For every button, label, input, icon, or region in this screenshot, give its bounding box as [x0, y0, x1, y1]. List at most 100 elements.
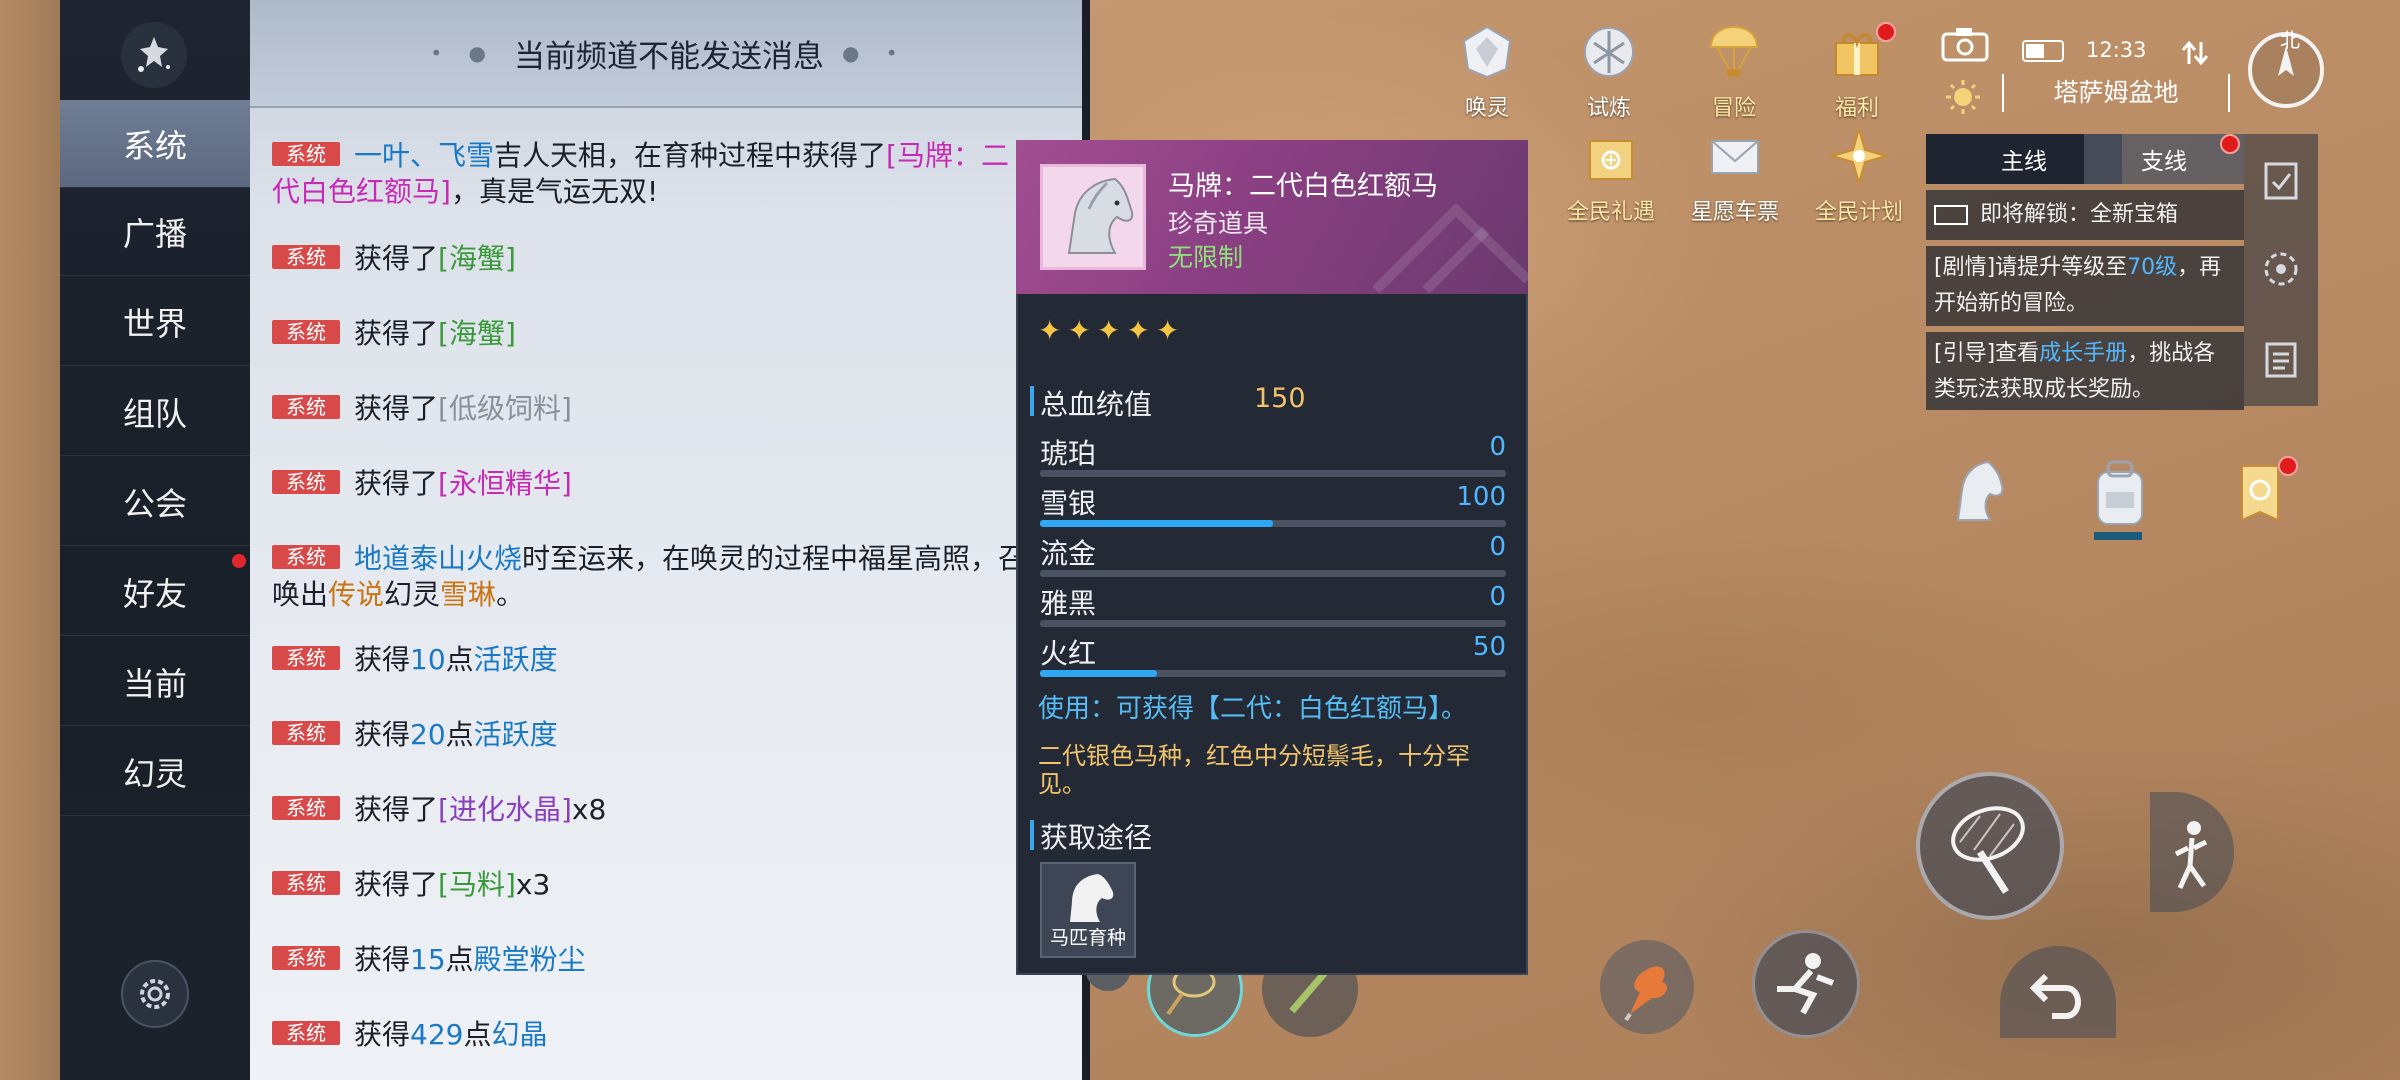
quest-text: [剧情]请提升等级至	[1934, 255, 2128, 280]
quest-highlight: 70级	[2127, 255, 2178, 280]
stat-bar-track	[1040, 470, 1506, 477]
message-text: 获得了	[354, 868, 439, 901]
header-deco-left: • ●	[430, 41, 496, 65]
tab-friends[interactable]: 好友	[60, 548, 250, 636]
quest-highlight: 成长手册	[2039, 341, 2128, 366]
universal-plan-button[interactable]: 全民计划	[1804, 124, 1914, 226]
adventure-button[interactable]: 冒险	[1679, 20, 1789, 122]
tab-guild[interactable]: 公会	[60, 458, 250, 546]
item-link[interactable]: 殿堂粉尘	[474, 943, 586, 976]
message-text: 获得了	[354, 242, 439, 275]
message-text: 点	[463, 1018, 492, 1051]
amount: 10	[410, 643, 446, 676]
item-category: 珍奇道具	[1168, 209, 1269, 238]
return-button[interactable]	[2000, 946, 2116, 1038]
item-link[interactable]: 幻晶	[491, 1018, 547, 1051]
chat-message: 系统 获得429点幻晶	[272, 1017, 1032, 1053]
message-text: x8	[571, 793, 607, 826]
backpack-icon[interactable]	[2090, 458, 2150, 542]
quest-item-story[interactable]: [剧情]请提升等级至70级，再开始新的冒险。	[1926, 246, 2244, 326]
item-link[interactable]: 活跃度	[474, 643, 558, 676]
stat-row: 流金 0	[1040, 532, 1506, 582]
system-badge: 系统	[272, 320, 340, 344]
compass-north-label: 北	[2280, 28, 2300, 52]
system-badge: 系统	[272, 545, 340, 569]
settings-gear-icon[interactable]	[121, 960, 189, 1028]
quest-unlock-text: 即将解锁：全新宝箱	[1980, 202, 2179, 227]
stat-bar-fill	[1040, 520, 1273, 527]
breeding-source-button[interactable]: 马匹育种	[1040, 862, 1136, 958]
horse-icon	[1040, 164, 1146, 270]
camera-icon[interactable]	[1940, 26, 1990, 62]
universal-plan-label: 全民计划	[1814, 200, 1903, 225]
quest-unlock-banner[interactable]: 即将解锁：全新宝箱	[1926, 190, 2244, 240]
welfare-button[interactable]: 福利	[1802, 20, 1912, 122]
item-link[interactable]: [低级饲料]	[438, 392, 572, 425]
summon-button[interactable]: 唤灵	[1432, 20, 1542, 122]
trial-button[interactable]: 试炼	[1554, 20, 1664, 122]
message-text: 幻灵	[384, 578, 441, 611]
fire-skill-icon[interactable]	[1600, 940, 1694, 1034]
stat-name: 雪银	[1040, 487, 1097, 520]
message-text: 获得了	[354, 317, 439, 350]
item-link[interactable]: [马料]	[438, 868, 516, 901]
item-link[interactable]: [进化水晶]	[438, 793, 572, 826]
notification-dot	[2278, 456, 2298, 476]
message-text: 点	[445, 643, 474, 676]
chat-message: 系统 获得了[低级饲料]	[272, 391, 1032, 427]
stat-value: 0	[1489, 432, 1506, 462]
tab-team[interactable]: 组队	[60, 368, 250, 456]
sparkle-logo-icon[interactable]	[121, 22, 187, 88]
message-text: 获得	[354, 718, 411, 751]
system-badge: 系统	[272, 395, 340, 419]
tab-current[interactable]: 当前	[60, 638, 250, 726]
target-icon[interactable]	[2260, 248, 2302, 290]
location-name[interactable]: 塔萨姆盆地	[2002, 74, 2230, 112]
stat-bar-track	[1040, 620, 1506, 627]
tab-spirit[interactable]: 幻灵	[60, 728, 250, 816]
stat-row: 火红 50	[1040, 632, 1506, 682]
chat-header-title: 当前频道不能发送消息	[514, 38, 824, 75]
catch-net-button[interactable]	[1916, 772, 2064, 920]
summon-label: 唤灵	[1464, 96, 1509, 121]
wish-ticket-button[interactable]: 星愿车票	[1680, 124, 1790, 226]
game-world-edge	[0, 0, 60, 1080]
amount: 15	[410, 943, 446, 976]
checklist-icon[interactable]	[2260, 160, 2302, 202]
item-link[interactable]: 活跃度	[474, 718, 558, 751]
dash-skill-icon[interactable]	[1752, 930, 1860, 1038]
amount: 20	[410, 718, 446, 751]
mount-horse-icon[interactable]	[1942, 456, 2012, 526]
message-text: 获得了	[354, 467, 439, 500]
item-link[interactable]: [海蟹]	[438, 317, 516, 350]
player-name[interactable]: 一叶、飞雪	[354, 139, 494, 172]
tab-system[interactable]: 系统	[60, 100, 250, 188]
item-link[interactable]: 雪琳	[440, 578, 496, 611]
chat-message: 系统 获得了[海蟹]	[272, 241, 1032, 277]
chat-message: 系统 获得20点活跃度	[272, 717, 1032, 753]
chat-message: 系统 获得10点活跃度	[272, 642, 1032, 678]
stat-row: 琥珀 0	[1040, 432, 1506, 482]
bag-capacity-bar	[2094, 532, 2142, 540]
interact-person-button[interactable]	[2150, 792, 2234, 912]
chat-message: 系统 一叶、飞雪吉人天相，在育种过程中获得了[马牌：二代白色红额马]，真是气运无双…	[272, 138, 1032, 210]
notification-dot	[232, 554, 246, 568]
tab-world[interactable]: 世界	[60, 278, 250, 366]
player-name[interactable]: 地道泰山火烧	[354, 542, 522, 575]
stat-bar-fill	[1040, 670, 1157, 677]
stat-name: 火红	[1040, 637, 1097, 670]
weather-sun-icon	[1944, 78, 1982, 116]
clock: 12:33	[2086, 38, 2147, 62]
clipboard-icon[interactable]	[2260, 338, 2302, 380]
item-link[interactable]: [永恒精华]	[438, 467, 572, 500]
universal-gift-button[interactable]: 全民礼遇	[1556, 124, 1666, 226]
chat-message: 系统 获得了[马料]x3	[272, 867, 1032, 903]
system-badge: 系统	[272, 796, 340, 820]
tab-broadcast[interactable]: 广播	[60, 188, 250, 276]
message-text: ，真是气运无双!	[450, 175, 659, 208]
system-badge: 系统	[272, 721, 340, 745]
welfare-label: 福利	[1834, 96, 1879, 121]
message-text: 时至运来，在唤灵的过程中福星高照，召	[522, 542, 1027, 575]
quest-item-guide[interactable]: [引导]查看成长手册，挑战各类玩法获取成长奖励。	[1926, 332, 2244, 410]
item-link[interactable]: [海蟹]	[438, 242, 516, 275]
